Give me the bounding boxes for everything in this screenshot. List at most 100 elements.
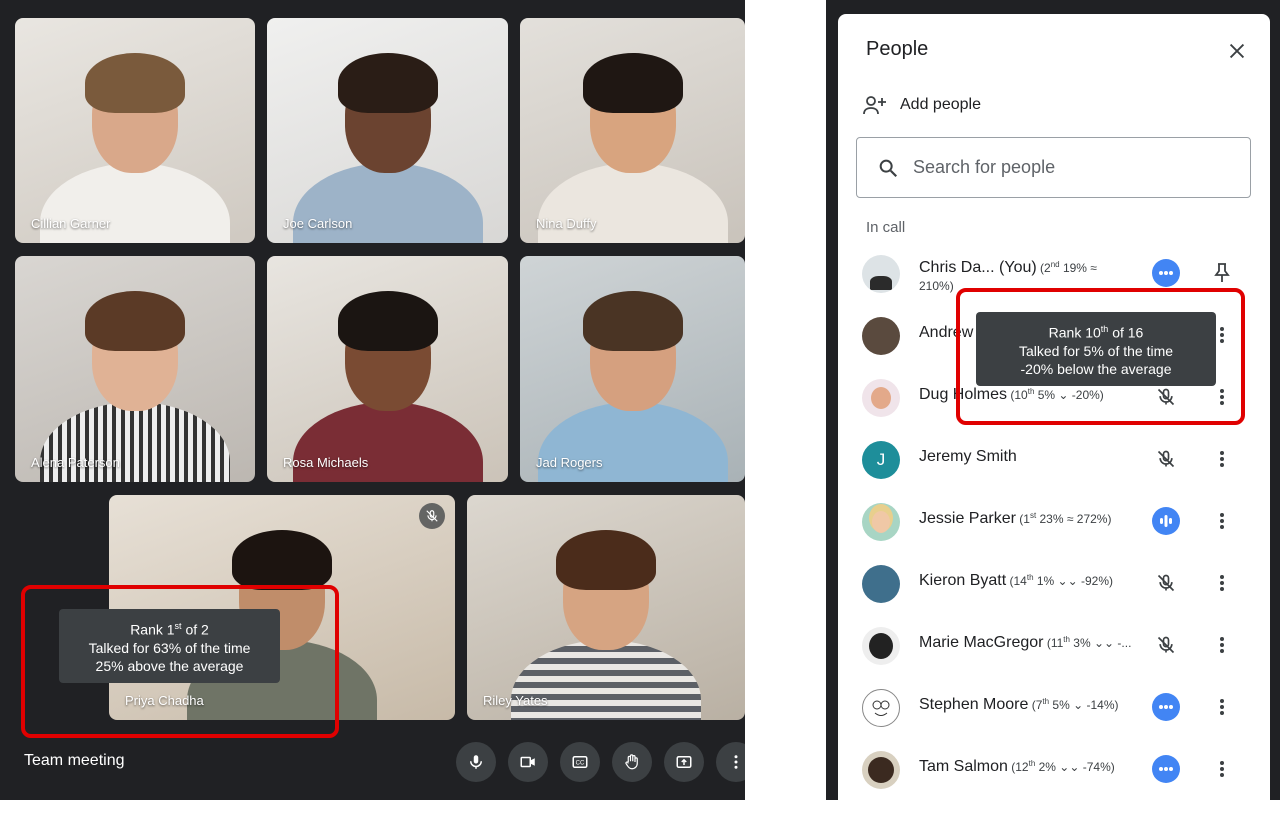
raise-hand-button[interactable] — [612, 742, 652, 782]
stat-rank: (11 — [1043, 636, 1064, 650]
participant-row[interactable]: Jessie Parker (1st 23% ≈ 272%) — [838, 490, 1270, 552]
participant-stat: (7th 5% ⌄ -14%) — [1028, 697, 1119, 712]
more-horizontal-icon — [1159, 271, 1173, 275]
stat-detail: 19% ≈ — [1059, 261, 1097, 275]
more-vert-icon — [1220, 451, 1224, 467]
pin-icon — [1214, 263, 1230, 282]
participant-name: Jad Rogers — [536, 455, 603, 470]
participant-name: Stephen Moore — [919, 696, 1029, 713]
add-people-button[interactable]: Add people — [862, 94, 981, 116]
avatar — [862, 689, 900, 727]
participant-row[interactable]: Marie MacGregor (11th 3% ⌄⌄ -... — [838, 614, 1270, 676]
stat-rank: (2 — [1036, 261, 1051, 275]
more-actions-button[interactable] — [1152, 693, 1180, 721]
speaking-indicator — [1152, 507, 1180, 535]
tooltip-rank-total: of 16 — [1108, 324, 1144, 341]
close-icon[interactable] — [1226, 40, 1248, 62]
tooltip-average-diff: -20% below the average — [1020, 360, 1172, 377]
more-vert-icon — [1220, 637, 1224, 653]
participant-name: Dug Holmes — [919, 386, 1008, 403]
participant-name: Jeremy Smith — [919, 448, 1017, 465]
cartoon-face-icon — [872, 700, 890, 716]
participant-row[interactable]: Stephen Moore (7th 5% ⌄ -14%) — [838, 676, 1270, 738]
avatar — [862, 565, 900, 603]
search-input[interactable] — [913, 157, 1213, 178]
more-options-button[interactable] — [1210, 569, 1234, 597]
mic-off-icon — [1157, 450, 1175, 468]
more-vert-icon — [1220, 699, 1224, 715]
pin-button[interactable] — [1210, 259, 1234, 287]
captions-button[interactable]: CC — [560, 742, 600, 782]
avatar — [862, 317, 900, 355]
participant-stat: (1st 23% ≈ 272%) — [1015, 511, 1111, 526]
avatar — [862, 751, 900, 789]
participant-stat: (14th 1% ⌄⌄ -92%) — [1006, 573, 1113, 588]
more-options-button[interactable] — [1210, 507, 1234, 535]
video-tile[interactable]: Priya Chadha — [109, 495, 455, 720]
participant-row[interactable]: Chris Da... (You) (2nd 19% ≈ 210%) — [838, 242, 1270, 304]
tooltip-rank-suffix: st — [174, 621, 182, 631]
stat-rank: (10 — [1007, 388, 1028, 402]
camera-icon — [520, 756, 535, 768]
more-actions-button[interactable] — [1152, 259, 1180, 287]
participant-row[interactable]: Tam Salmon (12th 2% ⌄⌄ -74%) — [838, 738, 1270, 800]
participant-name: Kieron Byatt — [919, 572, 1007, 589]
tooltip-rank: Rank 1 — [130, 621, 175, 638]
video-tile[interactable]: Alena Paterson — [15, 256, 255, 482]
stat-rank: (12 — [1007, 760, 1029, 774]
search-box[interactable] — [856, 137, 1251, 198]
captions-icon: CC — [572, 756, 588, 768]
stat-rank-suffix: th — [1063, 635, 1070, 644]
stat-rank: (7 — [1028, 698, 1043, 712]
add-people-label: Add people — [900, 96, 981, 113]
video-grid: Cillian Garner Joe Carlson Nina Duffy Al… — [0, 0, 745, 800]
more-options-button[interactable] — [1210, 755, 1234, 783]
more-actions-button[interactable] — [1152, 755, 1180, 783]
video-tile[interactable]: Nina Duffy — [520, 18, 745, 243]
talk-time-tooltip: Rank 1st of 2 Talked for 63% of the time… — [59, 609, 280, 683]
stat-detail: 2% ⌄⌄ -74%) — [1035, 760, 1115, 774]
video-tile[interactable]: Jad Rogers — [520, 256, 745, 482]
more-options-icon — [734, 755, 738, 769]
mic-icon — [470, 755, 482, 769]
stat-rank-suffix: th — [1026, 573, 1034, 582]
video-tile[interactable]: Joe Carlson — [267, 18, 508, 243]
participant-row[interactable]: Kieron Byatt (14th 1% ⌄⌄ -92%) — [838, 552, 1270, 614]
mic-muted-indicator — [1152, 569, 1180, 597]
more-vert-icon — [1220, 575, 1224, 591]
mic-off-icon — [1157, 388, 1175, 406]
present-button[interactable] — [664, 742, 704, 782]
add-person-icon — [863, 96, 886, 115]
mic-off-icon — [1157, 574, 1175, 592]
participant-stat: (12th 2% ⌄⌄ -74%) — [1007, 759, 1115, 774]
stat-overflow: 210%) — [919, 279, 954, 293]
more-options-button[interactable] — [1210, 445, 1234, 473]
participant-name: Cillian Garner — [31, 216, 111, 231]
video-tile[interactable]: Cillian Garner — [15, 18, 255, 243]
tooltip-average-diff: 25% above the average — [95, 657, 244, 674]
more-options-button[interactable] — [1210, 383, 1234, 411]
mic-button[interactable] — [456, 742, 496, 782]
participant-stat: (11th 3% ⌄⌄ -... — [1043, 635, 1132, 650]
stat-detail: 5% ⌄ -14%) — [1049, 698, 1119, 712]
participant-name: Andrew — [919, 324, 974, 341]
more-options-button[interactable] — [1210, 693, 1234, 721]
audio-level-icon — [1160, 515, 1172, 527]
participant-row[interactable]: J Jeremy Smith — [838, 428, 1270, 490]
more-vert-icon — [1220, 761, 1224, 777]
camera-button[interactable] — [508, 742, 548, 782]
participant-name: Marie MacGregor — [919, 634, 1044, 651]
participant-name: Rosa Michaels — [283, 455, 369, 470]
stat-rank: (14 — [1006, 574, 1027, 588]
avatar — [862, 503, 900, 541]
video-tile[interactable]: Riley Yates — [467, 495, 745, 720]
mic-off-icon — [1157, 636, 1175, 654]
video-tile[interactable]: Rosa Michaels — [267, 256, 508, 482]
stat-rank: (1 — [1015, 512, 1030, 526]
tooltip-talk-time: Talked for 63% of the time — [88, 639, 251, 656]
more-options-button[interactable] — [716, 742, 745, 782]
stat-detail: 3% ⌄⌄ -... — [1069, 636, 1132, 650]
mic-muted-indicator — [1152, 445, 1180, 473]
panel-title: People — [866, 38, 929, 60]
more-options-button[interactable] — [1210, 631, 1234, 659]
